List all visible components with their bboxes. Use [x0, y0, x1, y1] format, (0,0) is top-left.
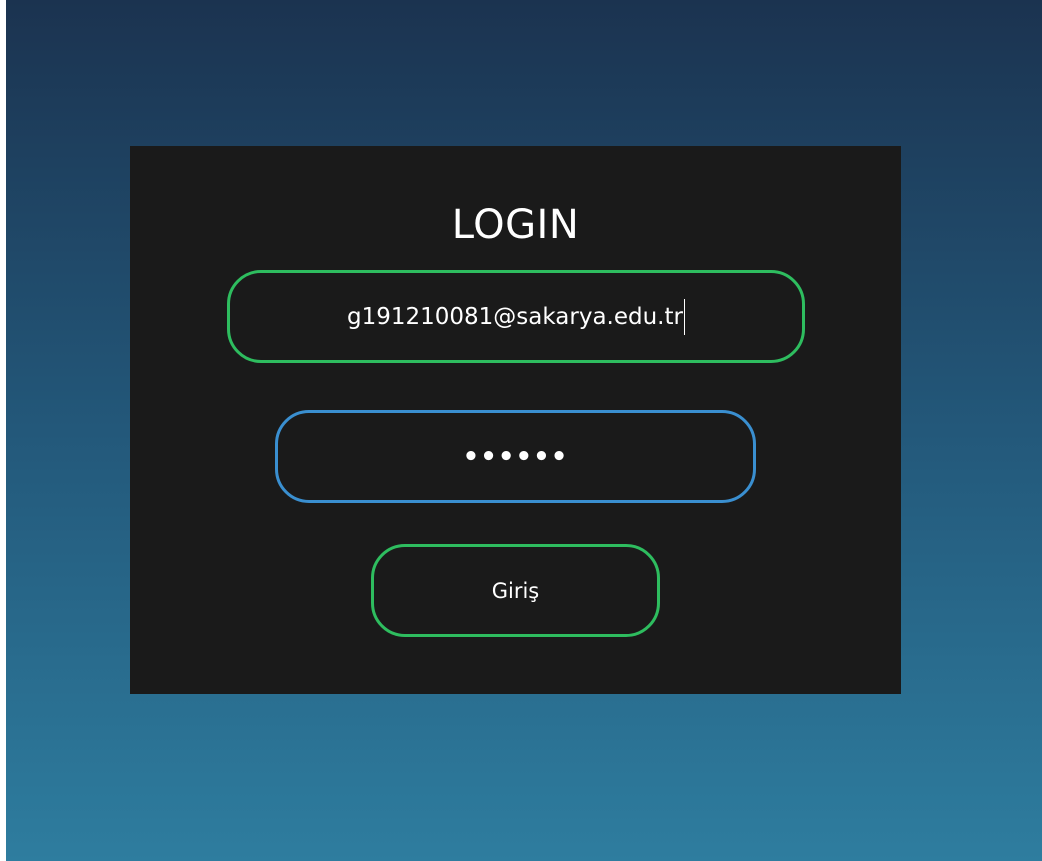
login-button[interactable]: Giriş: [371, 544, 660, 637]
page-background: LOGIN g191210081@sakarya.edu.tr •••••• G…: [6, 0, 1042, 861]
login-panel: LOGIN g191210081@sakarya.edu.tr •••••• G…: [130, 146, 901, 694]
text-caret: [683, 298, 685, 335]
password-value: ••••••: [462, 441, 569, 472]
email-field[interactable]: g191210081@sakarya.edu.tr: [227, 270, 805, 363]
password-field[interactable]: ••••••: [275, 410, 756, 503]
login-title: LOGIN: [451, 202, 580, 248]
login-button-label: Giriş: [491, 578, 540, 603]
email-value: g191210081@sakarya.edu.tr: [347, 303, 683, 330]
